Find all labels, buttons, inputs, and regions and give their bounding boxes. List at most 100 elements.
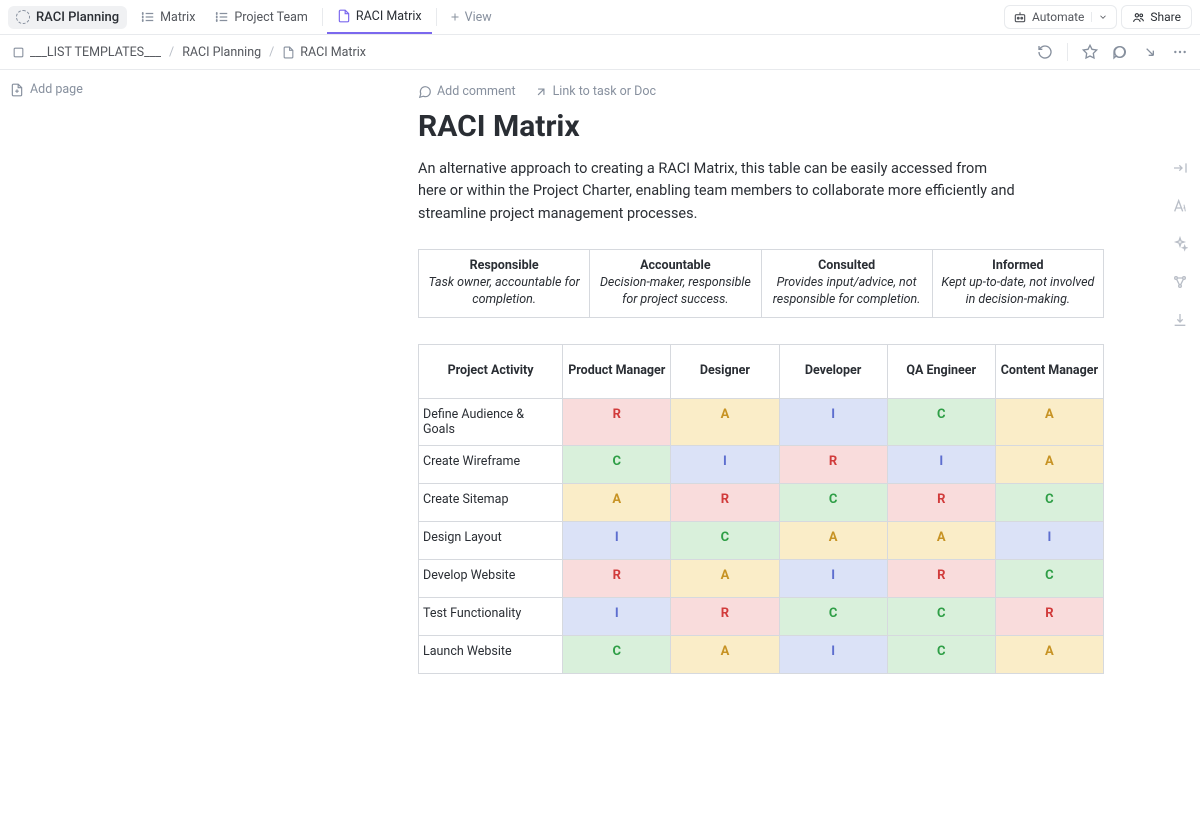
robot-icon: [1013, 10, 1027, 24]
collapse-icon[interactable]: [1172, 160, 1188, 176]
raci-cell[interactable]: I: [779, 636, 887, 674]
raci-cell[interactable]: A: [779, 522, 887, 560]
raci-cell[interactable]: I: [995, 522, 1103, 560]
raci-cell[interactable]: R: [671, 598, 779, 636]
raci-cell[interactable]: R: [563, 560, 671, 598]
history-icon[interactable]: [1037, 44, 1053, 60]
breadcrumb-root[interactable]: ___LIST TEMPLATES___: [12, 45, 161, 60]
breadcrumb-parent[interactable]: RACI Planning: [182, 45, 261, 60]
activity-cell[interactable]: Develop Website: [419, 560, 563, 598]
raci-cell[interactable]: I: [887, 446, 995, 484]
raci-cell[interactable]: I: [671, 446, 779, 484]
page-title[interactable]: RACI Matrix: [418, 109, 1160, 144]
definition-body: Kept up-to-date, not involved in decisio…: [939, 275, 1097, 309]
definition-informed[interactable]: Informed Kept up-to-date, not involved i…: [933, 250, 1103, 317]
header-role[interactable]: Product Manager: [563, 345, 671, 399]
tab-divider: [436, 8, 437, 26]
raci-cell[interactable]: A: [995, 446, 1103, 484]
raci-cell[interactable]: A: [671, 636, 779, 674]
chevron-down-icon[interactable]: [1091, 12, 1108, 22]
activity-cell[interactable]: Design Layout: [419, 522, 563, 560]
raci-cell[interactable]: C: [563, 446, 671, 484]
sparkle-icon[interactable]: [1172, 236, 1188, 252]
export-icon[interactable]: [1172, 312, 1188, 328]
main-layout: Add page Add comment Link to task or Doc…: [0, 70, 1200, 840]
raci-cell[interactable]: I: [779, 560, 887, 598]
raci-cell[interactable]: C: [995, 484, 1103, 522]
definition-responsible[interactable]: Responsible Task owner, accountable for …: [419, 250, 590, 317]
raci-cell[interactable]: C: [563, 636, 671, 674]
raci-cell[interactable]: I: [563, 522, 671, 560]
share-label: Share: [1150, 10, 1181, 24]
automate-button[interactable]: Automate: [1004, 5, 1117, 29]
relationships-icon[interactable]: [1172, 274, 1188, 290]
raci-cell[interactable]: R: [887, 560, 995, 598]
raci-cell[interactable]: C: [779, 484, 887, 522]
definition-consulted[interactable]: Consulted Provides input/advice, not res…: [762, 250, 933, 317]
add-page-label: Add page: [30, 82, 83, 97]
project-chip[interactable]: RACI Planning: [8, 6, 127, 29]
raci-cell[interactable]: C: [779, 598, 887, 636]
link-task-button[interactable]: Link to task or Doc: [534, 84, 656, 99]
project-name: RACI Planning: [36, 10, 119, 25]
activity-cell[interactable]: Create Wireframe: [419, 446, 563, 484]
top-bar: RACI Planning Matrix Project Team RACI M…: [0, 0, 1200, 35]
activity-cell[interactable]: Create Sitemap: [419, 484, 563, 522]
add-page-button[interactable]: Add page: [10, 82, 162, 97]
page-description[interactable]: An alternative approach to creating a RA…: [418, 158, 1018, 225]
share-button[interactable]: Share: [1121, 5, 1192, 29]
raci-cell[interactable]: R: [671, 484, 779, 522]
raci-cell[interactable]: R: [563, 399, 671, 446]
matrix-header-row: Project Activity Product Manager Designe…: [419, 345, 1104, 399]
more-icon[interactable]: [1172, 44, 1188, 60]
raci-cell[interactable]: A: [995, 399, 1103, 446]
add-comment-label: Add comment: [437, 84, 516, 99]
raci-cell[interactable]: C: [887, 399, 995, 446]
tab-project-team[interactable]: Project Team: [205, 0, 317, 34]
breadcrumb-separator: /: [169, 45, 174, 60]
breadcrumb-bar: ___LIST TEMPLATES___ / RACI Planning / R…: [0, 35, 1200, 70]
header-role[interactable]: Content Manager: [995, 345, 1103, 399]
header-role[interactable]: Developer: [779, 345, 887, 399]
definition-body: Decision-maker, responsible for project …: [596, 275, 754, 309]
raci-cell[interactable]: A: [671, 560, 779, 598]
star-icon[interactable]: [1082, 44, 1098, 60]
activity-cell[interactable]: Launch Website: [419, 636, 563, 674]
add-comment-button[interactable]: Add comment: [418, 84, 516, 99]
tab-divider: [322, 8, 323, 26]
raci-cell[interactable]: A: [995, 636, 1103, 674]
raci-cell[interactable]: C: [995, 560, 1103, 598]
project-status-icon: [16, 10, 30, 24]
actions-divider: [1067, 43, 1068, 61]
typography-icon[interactable]: [1172, 198, 1188, 214]
add-view-button[interactable]: View: [441, 10, 500, 25]
list-icon: [215, 10, 229, 24]
activity-cell[interactable]: Define Audience & Goals: [419, 399, 563, 446]
tab-raci-matrix[interactable]: RACI Matrix: [327, 0, 432, 34]
open-external-icon[interactable]: [1142, 44, 1158, 60]
raci-cell[interactable]: A: [887, 522, 995, 560]
raci-cell[interactable]: R: [995, 598, 1103, 636]
header-role[interactable]: QA Engineer: [887, 345, 995, 399]
raci-cell[interactable]: C: [887, 636, 995, 674]
header-activity[interactable]: Project Activity: [419, 345, 563, 399]
raci-cell[interactable]: I: [779, 399, 887, 446]
breadcrumb-parent-label: RACI Planning: [182, 45, 261, 60]
header-role[interactable]: Designer: [671, 345, 779, 399]
raci-cell[interactable]: R: [779, 446, 887, 484]
raci-cell[interactable]: A: [563, 484, 671, 522]
raci-cell[interactable]: C: [887, 598, 995, 636]
breadcrumb-current[interactable]: RACI Matrix: [282, 45, 366, 60]
raci-cell[interactable]: A: [671, 399, 779, 446]
list-icon: [141, 10, 155, 24]
definition-accountable[interactable]: Accountable Decision-maker, responsible …: [590, 250, 761, 317]
raci-cell[interactable]: I: [563, 598, 671, 636]
activity-cell[interactable]: Test Functionality: [419, 598, 563, 636]
raci-cell[interactable]: R: [887, 484, 995, 522]
comments-icon[interactable]: [1112, 44, 1128, 60]
right-rail: [1160, 70, 1200, 840]
tab-matrix[interactable]: Matrix: [131, 0, 205, 34]
raci-cell[interactable]: C: [671, 522, 779, 560]
link-task-label: Link to task or Doc: [553, 84, 656, 99]
breadcrumb-root-label: ___LIST TEMPLATES___: [30, 45, 161, 60]
